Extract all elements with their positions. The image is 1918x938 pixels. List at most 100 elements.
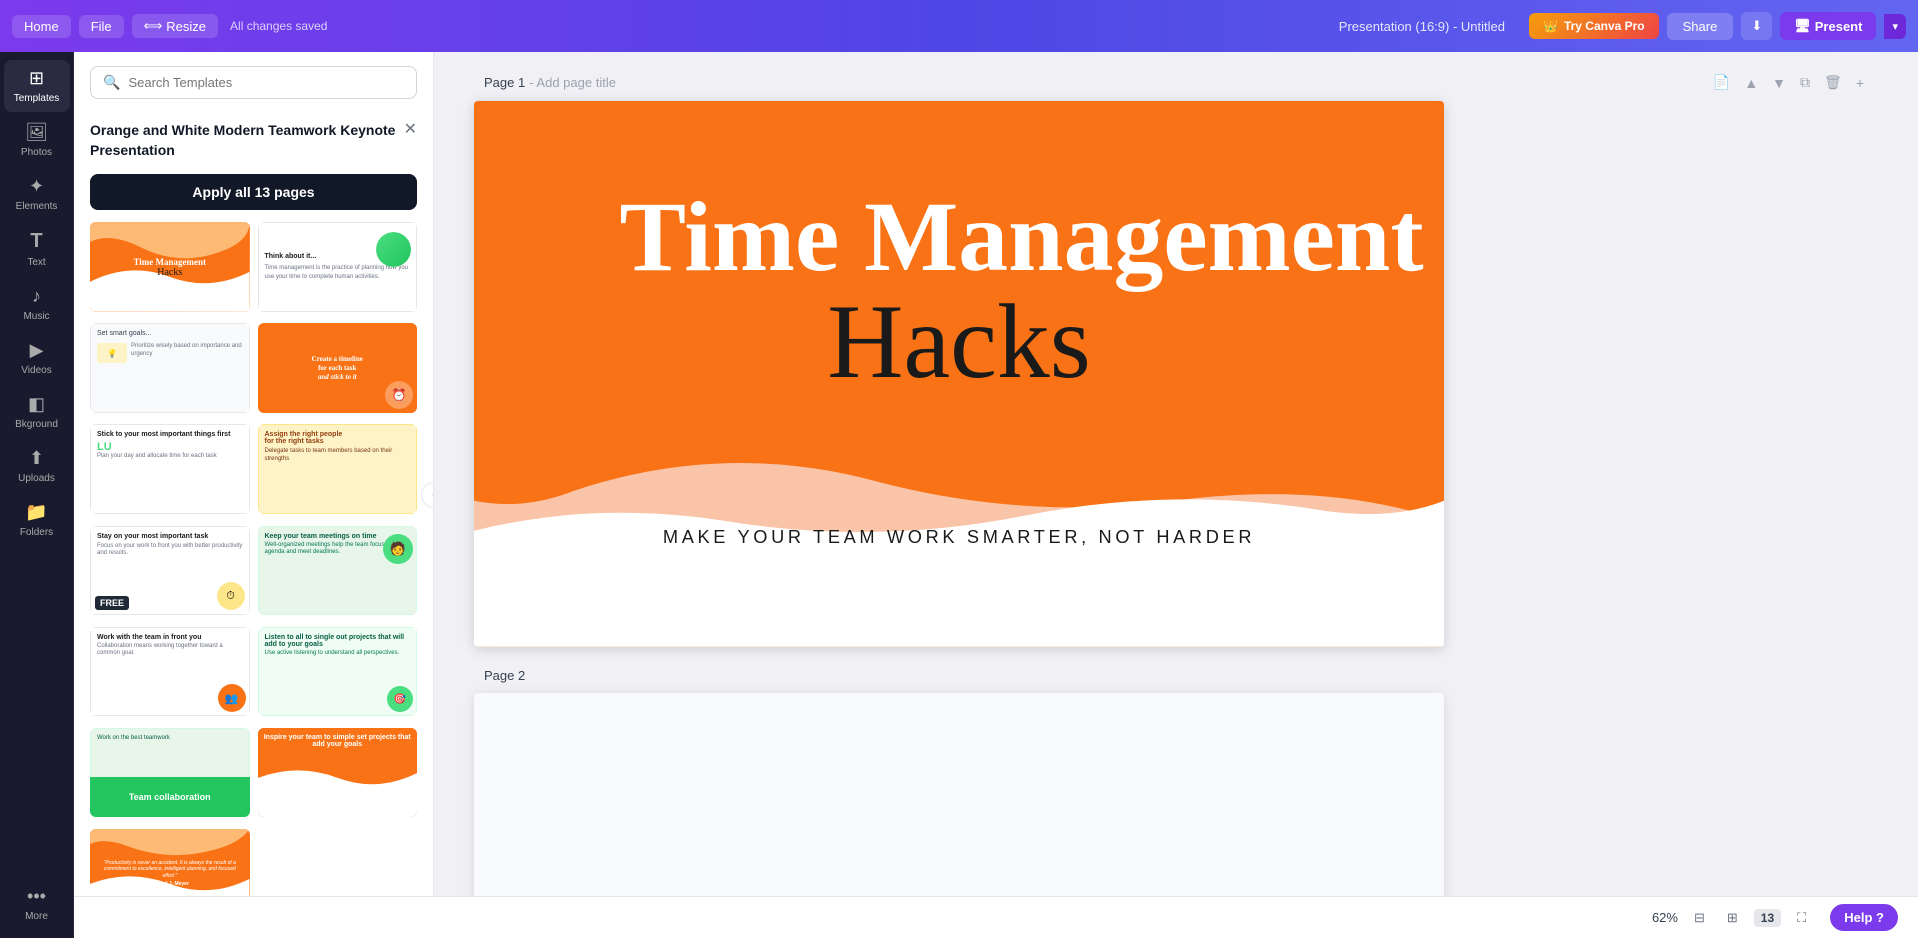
slide1-tagline-area: MAKE YOUR TEAM WORK SMARTER, NOT HARDER	[663, 527, 1255, 548]
thumb-inner-7: Stay on your most important task Focus o…	[90, 526, 250, 616]
zoom-percentage: 62%	[1652, 910, 1678, 925]
sidebar-item-text[interactable]: T Text	[4, 222, 70, 276]
page-action-down[interactable]: ▼	[1768, 73, 1790, 93]
sidebar-item-text-label: Text	[27, 257, 45, 268]
template-thumbnail-12[interactable]: Inspire your team to simple set projects…	[258, 728, 418, 818]
resize-icon: ⟺	[144, 18, 163, 34]
sidebar-item-videos-label: Videos	[21, 365, 51, 376]
templates-icon: ⊞	[29, 68, 44, 89]
sidebar-item-uploads[interactable]: ⬆ Uploads	[4, 440, 70, 492]
sidebar-item-folders-label: Folders	[20, 527, 53, 538]
template-thumbnail-10[interactable]: Listen to all to single out projects tha…	[258, 627, 418, 717]
thumb-inner-9: Work with the team in front you Collabor…	[90, 627, 250, 717]
autosave-status: All changes saved	[230, 19, 327, 33]
slide-canvas-1[interactable]: Time Management Hacks MAKE YOUR TEAM WOR…	[474, 101, 1444, 647]
thumb-inner-11: Work on the best teamwork Team collabora…	[90, 728, 250, 818]
page-action-add[interactable]: +	[1852, 73, 1868, 93]
fullscreen-button[interactable]: ⛶	[1791, 908, 1812, 928]
thumb-inner-10: Listen to all to single out projects tha…	[258, 627, 418, 717]
sidebar-item-folders[interactable]: 📁 Folders	[4, 494, 70, 546]
template-thumbnail-1[interactable]: Time Management Hacks	[90, 222, 250, 312]
template-name: Orange and White Modern Teamwork Keynote…	[90, 121, 404, 160]
page-action-notes[interactable]: 📄	[1709, 72, 1734, 93]
monitor-icon: 🖥	[1794, 18, 1811, 34]
page1-label-bar: Page 1 - Add page title 📄 ▲ ▼ ⧉ 🗑 +	[474, 72, 1878, 93]
canvas-area: Page 1 - Add page title 📄 ▲ ▼ ⧉ 🗑 +	[434, 52, 1918, 938]
icon-sidebar: ⊞ Templates 🖼 Photos ✦ Elements T Text ♪…	[0, 52, 74, 938]
slide1-content-area: Time Management Hacks MAKE YOUR TEAM WOR…	[474, 101, 1444, 647]
sidebar-item-videos[interactable]: ▶ Videos	[4, 332, 70, 384]
page-action-delete[interactable]: 🗑	[1820, 72, 1846, 93]
template-grid: Time Management Hacks Think about it... …	[74, 222, 433, 938]
thumb-inner-2: Think about it... Time management is the…	[258, 222, 418, 312]
background-icon: ◧	[28, 394, 45, 415]
sidebar-item-photos[interactable]: 🖼 Photos	[4, 114, 70, 166]
template-thumbnail-2[interactable]: Think about it... Time management is the…	[258, 222, 418, 312]
template-thumbnail-6[interactable]: Assign the right peoplefor the right tas…	[258, 424, 418, 514]
topnav-right-actions: 👑 Try Canva Pro Share ⬇ 🖥 Present ▾	[1529, 12, 1906, 40]
download-icon: ⬇	[1751, 18, 1762, 33]
templates-panel: 🔍 Orange and White Modern Teamwork Keyno…	[74, 52, 434, 938]
document-title: Presentation (16:9) - Untitled	[1339, 19, 1505, 34]
help-button[interactable]: Help ?	[1830, 904, 1898, 931]
text-icon: T	[30, 230, 42, 253]
thumb-inner-5: Stick to your most important things firs…	[90, 424, 250, 514]
page-action-copy[interactable]: ⧉	[1796, 72, 1814, 93]
template-thumbnail-8[interactable]: Keep your team meetings on time Well-org…	[258, 526, 418, 616]
template-thumbnail-9[interactable]: Work with the team in front you Collabor…	[90, 627, 250, 717]
present-caret-button[interactable]: ▾	[1884, 14, 1906, 39]
sidebar-item-templates[interactable]: ⊞ Templates	[4, 60, 70, 112]
sidebar-item-more[interactable]: ••• More	[4, 878, 70, 930]
page-action-up[interactable]: ▲	[1740, 73, 1762, 93]
template-thumbnail-7[interactable]: Stay on your most important task Focus o…	[90, 526, 250, 616]
thumb-inner-1: Time Management Hacks	[90, 222, 250, 312]
search-input[interactable]	[128, 75, 404, 90]
top-navigation: Home File ⟺ Resize All changes saved Pre…	[0, 0, 1918, 52]
apply-all-pages-button[interactable]: Apply all 13 pages	[90, 174, 417, 210]
present-button[interactable]: 🖥 Present	[1780, 12, 1876, 40]
try-canva-pro-button[interactable]: 👑 Try Canva Pro	[1529, 13, 1659, 39]
resize-button[interactable]: ⟺ Resize	[132, 14, 218, 38]
template-thumbnail-5[interactable]: Stick to your most important things firs…	[90, 424, 250, 514]
home-button[interactable]: Home	[12, 15, 71, 38]
sidebar-item-more-label: More	[25, 911, 48, 922]
sidebar-item-elements[interactable]: ✦ Elements	[4, 168, 70, 220]
sidebar-item-photos-label: Photos	[21, 147, 52, 158]
sidebar-item-background-label: Bkground	[15, 419, 58, 430]
thumb-inner-3: Set smart goals... 💡 Prioritize wisely b…	[90, 323, 250, 413]
more-icon: •••	[27, 886, 46, 907]
main-layout: ⊞ Templates 🖼 Photos ✦ Elements T Text ♪…	[0, 52, 1918, 938]
close-template-button[interactable]: ✕	[404, 119, 417, 139]
thumb-inner-12: Inspire your team to simple set projects…	[258, 728, 418, 818]
panel-header: 🔍	[74, 52, 433, 109]
template-thumbnail-4[interactable]: Create a timelinefor each taskand stick …	[258, 323, 418, 413]
share-button[interactable]: Share	[1667, 13, 1734, 40]
sidebar-item-background[interactable]: ◧ Bkground	[4, 386, 70, 438]
elements-icon: ✦	[29, 176, 44, 197]
page1-actions: 📄 ▲ ▼ ⧉ 🗑 +	[1709, 72, 1868, 93]
sidebar-item-uploads-label: Uploads	[18, 473, 55, 484]
download-button[interactable]: ⬇	[1741, 12, 1772, 40]
zoom-out-button[interactable]: ⊟	[1688, 908, 1711, 928]
slide1-subtitle: Hacks	[620, 281, 1299, 402]
slide1-main-title: Time Management	[620, 182, 1299, 292]
thumb-inner-8: Keep your team meetings on time Well-org…	[258, 526, 418, 616]
folders-icon: 📁	[25, 502, 47, 523]
template-thumbnail-11[interactable]: Work on the best teamwork Team collabora…	[90, 728, 250, 818]
template-title-area: Orange and White Modern Teamwork Keynote…	[74, 109, 433, 168]
page2-label-bar: Page 2	[474, 667, 1878, 685]
uploads-icon: ⬆	[29, 448, 44, 469]
sidebar-item-templates-label: Templates	[14, 93, 60, 104]
crown-icon: 👑	[1543, 19, 1558, 33]
page1-number: Page 1	[484, 75, 525, 90]
videos-icon: ▶	[30, 340, 44, 361]
page2-number: Page 2	[484, 668, 525, 683]
zoom-in-button[interactable]: ⊞	[1721, 908, 1744, 928]
file-button[interactable]: File	[79, 15, 124, 38]
thumb-inner-4: Create a timelinefor each taskand stick …	[258, 323, 418, 413]
music-icon: ♪	[32, 286, 41, 307]
page-count-badge: 13	[1754, 909, 1781, 927]
sidebar-item-music[interactable]: ♪ Music	[4, 278, 70, 330]
page1-add-title[interactable]: - Add page title	[529, 75, 616, 90]
template-thumbnail-3[interactable]: Set smart goals... 💡 Prioritize wisely b…	[90, 323, 250, 413]
